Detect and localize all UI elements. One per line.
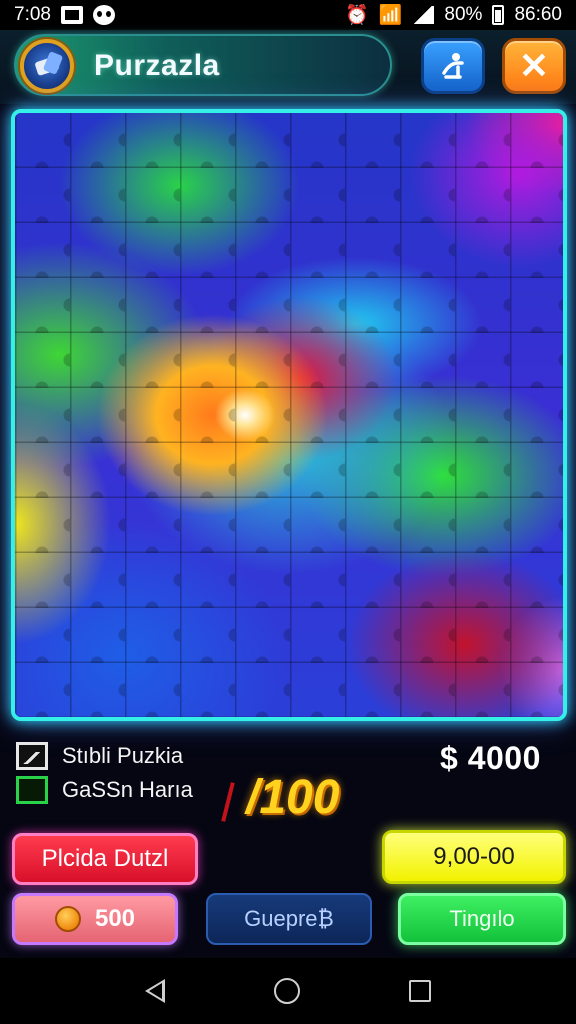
yellow-value-button[interactable]: 9,00-00	[382, 830, 566, 884]
coins-button[interactable]: 500	[12, 893, 178, 945]
status-bar: 7:08 ⏰ 📶 80% 86:60	[0, 0, 576, 30]
android-nav-bar	[0, 958, 576, 1024]
coin-icon	[54, 906, 81, 932]
status-time: 7:08	[14, 4, 51, 25]
green-action-button[interactable]: Tingılo	[398, 893, 566, 945]
game-name-label: GaSSn Harıa	[62, 777, 193, 802]
green-box-icon	[16, 776, 48, 804]
gallery-icon	[60, 6, 83, 24]
share-button[interactable]	[421, 38, 485, 94]
info-row-game: GaSSn Harıa	[16, 776, 193, 804]
face-icon	[92, 5, 115, 25]
signal-icon	[412, 6, 435, 24]
close-button[interactable]: ✕	[502, 38, 566, 94]
close-icon: ✕	[518, 45, 550, 86]
puzzle-piece-grid	[15, 113, 563, 717]
status-clock-right: 86:60	[514, 4, 562, 25]
share-icon	[442, 53, 464, 79]
back-icon[interactable]	[144, 979, 165, 1003]
price-value: $ 4000	[440, 740, 541, 776]
coins-value: 500	[94, 905, 136, 932]
piece-counter: /100	[246, 771, 340, 824]
info-row-puzzle: Stıbli Puzkia	[16, 742, 183, 770]
home-icon[interactable]	[273, 978, 300, 1004]
status-bar-left: 7:08	[14, 4, 115, 26]
blue-action-button[interactable]: Guepre₿	[206, 893, 372, 945]
red-action-button[interactable]: Plcida Dutzl	[12, 833, 198, 885]
status-bar-right: ⏰ 📶 80% 86:60	[345, 3, 562, 27]
wifi-icon: 📶	[378, 5, 403, 26]
app-header: Purzazla ✕	[0, 30, 576, 104]
game-logo-icon[interactable]	[20, 39, 74, 93]
app-title: Purzazla	[94, 49, 220, 82]
alarm-icon: ⏰	[345, 5, 369, 26]
recent-apps-icon[interactable]	[409, 980, 432, 1002]
red-tick-decoration	[221, 782, 235, 822]
battery-icon	[492, 5, 505, 25]
puzzle-name-label: Stıbli Puzkia	[62, 743, 184, 768]
title-bar: Purzazla	[14, 34, 392, 96]
picture-icon	[16, 742, 48, 770]
battery-percent: 80%	[444, 4, 483, 25]
puzzle-board[interactable]	[11, 109, 567, 721]
